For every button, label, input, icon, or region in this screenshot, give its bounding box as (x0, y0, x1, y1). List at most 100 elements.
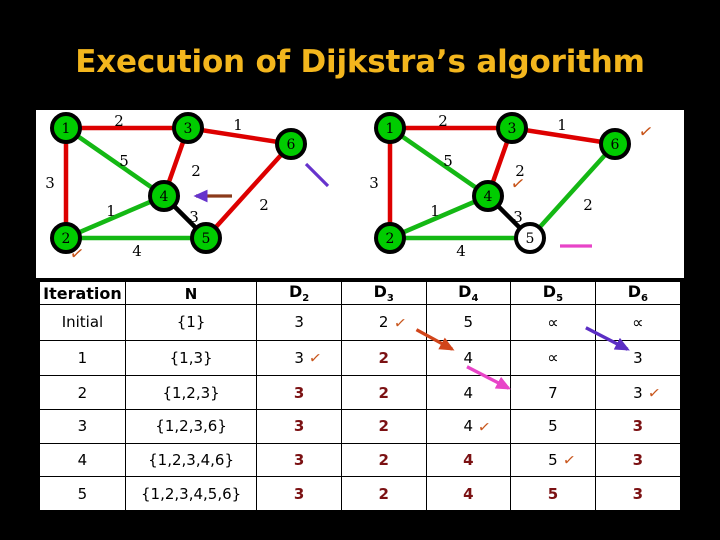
cell-d5: ∝ (510, 304, 596, 341)
graph-node-label-3: 3 (184, 121, 193, 137)
edge-weight-1-3: 2 (114, 112, 124, 130)
edge-weight-1-3: 2 (438, 112, 448, 130)
cell-d4: 4 (425, 339, 512, 377)
cell-d4: 4 ✓ (425, 408, 512, 444)
cell-iteration: Initial (39, 304, 126, 341)
table-header-d2: D2 (256, 280, 342, 306)
cell-d4: 4 (425, 476, 512, 511)
cell-d3: 2 (340, 476, 427, 511)
table-header-row: Iteration N D2 D3 D4 D5 D6 (39, 280, 682, 306)
table-header-d3: D3 (340, 280, 427, 306)
edge-weight-5-6: 2 (259, 196, 269, 214)
cell-n-set: {1} (124, 304, 258, 341)
table-row: 4 {1,2,3,4,6} 3 2 4 5 ✓ 3 (39, 442, 682, 478)
edge-weight-2-4: 1 (106, 202, 116, 220)
cell-d3: 2 (340, 375, 427, 410)
edge-weight-1-2: 3 (369, 174, 379, 192)
cell-iteration: 1 (39, 339, 126, 377)
graph-panel: 2 3 5 1 2 1 4 3 2 1 2 3 4 5 6 ✓ 2 3 5 1 2 1 4 3 2 1 2 3 4 5 6 ✓ ✓ (36, 110, 684, 278)
edge-weight-2-5: 4 (132, 242, 142, 260)
cell-n-set: {1,2,3,6} (124, 408, 258, 444)
table-header-d6: D6 (594, 280, 682, 306)
graph-node-label-5: 5 (526, 231, 535, 247)
cell-d5: 5 ✓ (510, 442, 596, 478)
cell-d2: 3 ✓ (256, 339, 342, 377)
graph-node-label-2: 2 (62, 231, 71, 247)
cell-d3: 2 ✓ (340, 304, 427, 341)
table-row: Initial {1} 3 2 ✓ 5 ∝ ∝ (39, 304, 682, 341)
cell-d4: 5 (425, 304, 512, 341)
cell-check-icon: ✓ (307, 348, 323, 368)
edge-weight-3-4: 2 (191, 162, 201, 180)
edge-weight-3-6: 1 (233, 116, 243, 134)
cell-n-set: {1,2,3,4,5,6} (124, 476, 258, 511)
cell-d6: 3 (594, 442, 682, 478)
cell-d5: 5 (510, 408, 596, 444)
annotation-check-icon: ✓ (68, 243, 86, 265)
cell-d6: ∝ (594, 304, 682, 341)
graph-node-label-1: 1 (386, 121, 395, 137)
graph-node-label-2: 2 (386, 231, 395, 247)
table-row: 1 {1,3} 3 ✓ 2 4 ∝ 3 (39, 339, 682, 377)
table-header-d4: D4 (425, 280, 512, 306)
cell-d6: 3 (594, 408, 682, 444)
table-header-iteration: Iteration (39, 280, 126, 306)
table-header-d5: D5 (510, 280, 596, 306)
graph-node-label-4: 4 (160, 189, 169, 205)
cell-d2: 3 (256, 304, 342, 341)
graph-left-svg: 235121432123456✓ (45, 112, 330, 265)
edge-weight-4-5: 3 (513, 208, 523, 226)
table-body: Initial {1} 3 2 ✓ 5 ∝ ∝ 1 {1,3} 3 ✓ 2 4 ∝ 3 2 {1,2,3} 3 2 4 7… (39, 304, 682, 511)
cell-d3: 2 (340, 408, 427, 444)
edge-weight-3-6: 1 (557, 116, 567, 134)
cell-iteration: 2 (39, 375, 126, 410)
cell-check-icon: ✓ (392, 312, 408, 333)
cell-check-icon: ✓ (646, 383, 662, 403)
cell-check-icon: ✓ (561, 450, 577, 471)
graph-node-label-3: 3 (508, 121, 517, 137)
table-header-n-set: N (124, 280, 258, 306)
cell-n-set: {1,3} (124, 339, 258, 377)
edge-weight-4-5: 3 (189, 208, 199, 226)
cell-d6: 3 (594, 476, 682, 511)
table-row: 5 {1,2,3,4,5,6} 3 2 4 5 3 (39, 476, 682, 511)
edge-weight-1-4: 5 (443, 152, 453, 170)
cell-iteration: 4 (39, 442, 126, 478)
cell-n-set: {1,2,3,4,6} (124, 442, 258, 478)
annotation-arrow-icon (304, 162, 330, 188)
table-row: 2 {1,2,3} 3 2 4 7 3 ✓ (39, 375, 682, 410)
cell-iteration: 5 (39, 476, 126, 511)
table-row: 3 {1,2,3,6} 3 2 4 ✓ 5 3 (39, 408, 682, 444)
graph-node-label-6: 6 (287, 137, 296, 153)
annotation-check-icon: ✓ (637, 121, 655, 143)
dijkstra-table: Iteration N D2 D3 D4 D5 D6 Initial {1} 3 2 ✓ 5 ∝ ∝ 1 {1… (39, 280, 682, 511)
cell-d5: ∝ (510, 339, 596, 377)
graph-node-label-5: 5 (202, 231, 211, 247)
cell-d2: 3 (256, 442, 342, 478)
cell-d2: 3 (256, 408, 342, 444)
edge-weight-2-5: 4 (456, 242, 466, 260)
cell-d3: 2 (340, 442, 427, 478)
cell-d6: 3 ✓ (594, 375, 682, 410)
cell-iteration: 3 (39, 408, 126, 444)
cell-d4: 4 (425, 442, 512, 478)
edge-weight-1-4: 5 (119, 152, 129, 170)
edge-weight-5-6: 2 (583, 196, 593, 214)
annotation-check-icon: ✓ (509, 173, 527, 195)
graph-right-svg: 235121432123456✓✓ (369, 112, 655, 260)
iteration-table-wrap: Iteration N D2 D3 D4 D5 D6 Initial {1} 3 2 ✓ 5 ∝ ∝ 1 {1… (36, 278, 684, 514)
graph-node-label-1: 1 (62, 121, 71, 137)
cell-d5: 5 (510, 476, 596, 511)
graph-node-label-6: 6 (611, 137, 620, 153)
cell-check-icon: ✓ (477, 416, 493, 437)
edge-weight-2-4: 1 (430, 202, 440, 220)
slide-root: Execution of Dijkstra’s algorithm 235121… (0, 0, 720, 540)
cell-d2: 3 (256, 476, 342, 511)
cell-d5: 7 (510, 375, 596, 410)
cell-d3: 2 (340, 339, 427, 377)
cell-d6: 3 (594, 339, 682, 377)
cell-d4: 4 (425, 375, 512, 410)
edge-weight-1-2: 3 (45, 174, 55, 192)
page-title: Execution of Dijkstra’s algorithm (75, 44, 645, 80)
cell-d2: 3 (256, 375, 342, 410)
